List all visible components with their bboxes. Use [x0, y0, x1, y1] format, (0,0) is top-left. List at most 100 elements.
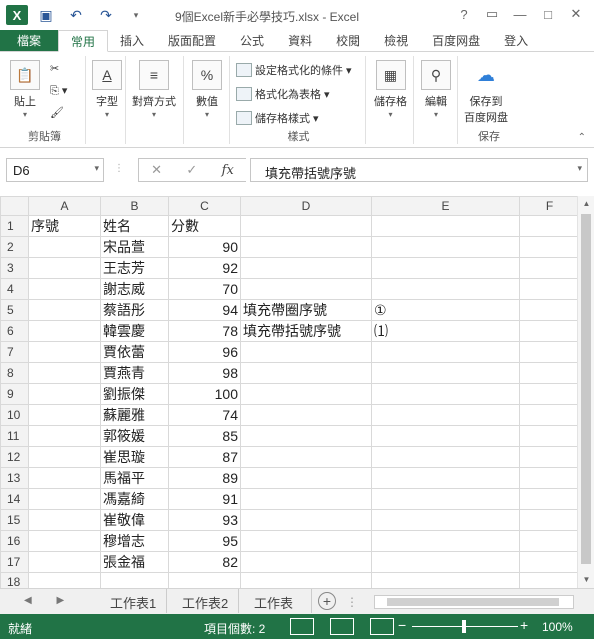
- cell-e18[interactable]: [371, 572, 520, 588]
- cell-e12[interactable]: [371, 446, 520, 468]
- tab-page-layout[interactable]: 版面配置: [156, 30, 228, 51]
- cell-c4[interactable]: 70: [168, 278, 241, 300]
- sign-in-link[interactable]: 登入: [492, 30, 540, 51]
- column-header-d[interactable]: D: [240, 196, 372, 216]
- row-header[interactable]: 6: [0, 320, 29, 342]
- cell-e2[interactable]: [371, 236, 520, 258]
- cell-b18[interactable]: [100, 572, 169, 588]
- cell-a12[interactable]: [28, 446, 101, 468]
- row-header[interactable]: 8: [0, 362, 29, 384]
- vertical-scrollbar[interactable]: ▲ ▼: [577, 196, 594, 588]
- cell-e6[interactable]: ⑴: [371, 320, 520, 342]
- cell-a5[interactable]: [28, 299, 101, 321]
- cell-b1[interactable]: 姓名: [100, 215, 169, 237]
- cell-d17[interactable]: [240, 551, 372, 573]
- restore-button[interactable]: □: [534, 4, 562, 24]
- cell-d16[interactable]: [240, 530, 372, 552]
- page-layout-view-icon[interactable]: [330, 618, 354, 635]
- cell-c13[interactable]: 89: [168, 467, 241, 489]
- cut-icon[interactable]: ✂: [50, 62, 59, 75]
- cell-f8[interactable]: [519, 362, 580, 384]
- cell-e5[interactable]: ①: [371, 299, 520, 321]
- cancel-icon[interactable]: ✕: [151, 162, 162, 178]
- sheet-tab-1[interactable]: 工作表1: [100, 589, 168, 613]
- cell-b16[interactable]: 穆增志: [100, 530, 169, 552]
- cell-f13[interactable]: [519, 467, 580, 489]
- row-header[interactable]: 1: [0, 215, 29, 237]
- cell-d14[interactable]: [240, 488, 372, 510]
- column-header-e[interactable]: E: [371, 196, 520, 216]
- cell-f10[interactable]: [519, 404, 580, 426]
- cell-d1[interactable]: [240, 215, 372, 237]
- formula-bar-grip-icon[interactable]: ⋮: [114, 163, 124, 174]
- row-header[interactable]: 11: [0, 425, 29, 447]
- horizontal-scrollbar[interactable]: [374, 595, 574, 609]
- cell-d8[interactable]: [240, 362, 372, 384]
- zoom-out-icon[interactable]: −: [398, 617, 406, 633]
- cell-b10[interactable]: 蘇麗雅: [100, 404, 169, 426]
- tab-data[interactable]: 資料: [276, 30, 324, 51]
- redo-icon[interactable]: ↷: [94, 5, 118, 25]
- row-header[interactable]: 18: [0, 572, 29, 588]
- number-button[interactable]: % 數值 ▾: [192, 60, 222, 119]
- tab-review[interactable]: 校閱: [324, 30, 372, 51]
- cell-e15[interactable]: [371, 509, 520, 531]
- cell-f1[interactable]: [519, 215, 580, 237]
- cell-a16[interactable]: [28, 530, 101, 552]
- cell-a6[interactable]: [28, 320, 101, 342]
- cell-a11[interactable]: [28, 425, 101, 447]
- cell-e17[interactable]: [371, 551, 520, 573]
- tab-insert[interactable]: 插入: [108, 30, 156, 51]
- cell-e7[interactable]: [371, 341, 520, 363]
- cell-c6[interactable]: 78: [168, 320, 241, 342]
- cell-c17[interactable]: 82: [168, 551, 241, 573]
- cell-f9[interactable]: [519, 383, 580, 405]
- save-to-baidu-button[interactable]: ☁ 保存到 百度网盘: [464, 60, 508, 125]
- enter-icon[interactable]: ✓: [186, 162, 197, 178]
- cell-e1[interactable]: [371, 215, 520, 237]
- cell-c14[interactable]: 91: [168, 488, 241, 510]
- row-header[interactable]: 13: [0, 467, 29, 489]
- undo-icon[interactable]: ↶: [64, 5, 88, 25]
- cell-b8[interactable]: 賈燕青: [100, 362, 169, 384]
- cell-f17[interactable]: [519, 551, 580, 573]
- cell-b7[interactable]: 賈依蕾: [100, 341, 169, 363]
- cell-e13[interactable]: [371, 467, 520, 489]
- row-header[interactable]: 2: [0, 236, 29, 258]
- column-header-b[interactable]: B: [100, 196, 169, 216]
- cell-f11[interactable]: [519, 425, 580, 447]
- cell-d9[interactable]: [240, 383, 372, 405]
- cell-c11[interactable]: 85: [168, 425, 241, 447]
- cell-f15[interactable]: [519, 509, 580, 531]
- cell-f12[interactable]: [519, 446, 580, 468]
- name-box[interactable]: D6 ▾: [6, 158, 104, 182]
- cell-d6[interactable]: 填充帶括號序號: [240, 320, 372, 342]
- next-sheet-icon[interactable]: ▶: [56, 595, 64, 606]
- cell-c1[interactable]: 分數: [168, 215, 241, 237]
- copy-icon[interactable]: ⎘ ▾: [50, 84, 67, 98]
- minimize-button[interactable]: —: [506, 4, 534, 24]
- cell-c15[interactable]: 93: [168, 509, 241, 531]
- cell-d18[interactable]: [240, 572, 372, 588]
- cell-b5[interactable]: 蔡語彤: [100, 299, 169, 321]
- cell-d10[interactable]: [240, 404, 372, 426]
- cell-f7[interactable]: [519, 341, 580, 363]
- cell-a3[interactable]: [28, 257, 101, 279]
- scroll-down-icon[interactable]: ▼: [578, 572, 594, 588]
- cell-e11[interactable]: [371, 425, 520, 447]
- select-all-corner[interactable]: [0, 196, 29, 216]
- conditional-formatting-button[interactable]: 設定格式化的條件 ▾: [236, 62, 352, 78]
- cell-b17[interactable]: 張金福: [100, 551, 169, 573]
- formula-input[interactable]: 填充帶括號序號 ▾: [250, 158, 588, 182]
- cell-b4[interactable]: 謝志威: [100, 278, 169, 300]
- cell-f3[interactable]: [519, 257, 580, 279]
- cell-d4[interactable]: [240, 278, 372, 300]
- cell-c8[interactable]: 98: [168, 362, 241, 384]
- zoom-in-icon[interactable]: +: [520, 617, 528, 633]
- row-header[interactable]: 9: [0, 383, 29, 405]
- cell-d12[interactable]: [240, 446, 372, 468]
- row-header[interactable]: 17: [0, 551, 29, 573]
- font-button[interactable]: A 字型 ▾: [92, 60, 122, 119]
- column-header-f[interactable]: F: [519, 196, 580, 216]
- cell-a4[interactable]: [28, 278, 101, 300]
